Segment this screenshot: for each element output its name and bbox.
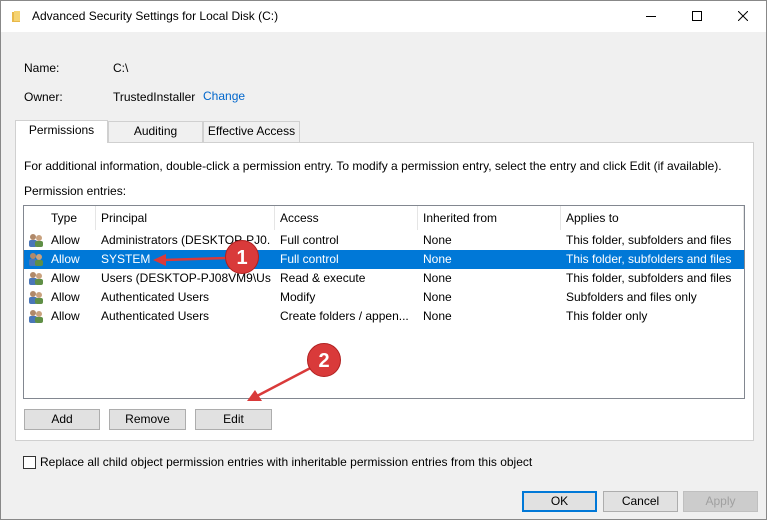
permission-entries-label: Permission entries:: [24, 184, 127, 198]
table-row[interactable]: Allow Authenticated Users Modify None Su…: [24, 288, 744, 307]
column-header-inherited-from[interactable]: Inherited from: [418, 206, 561, 230]
row-inherited-from: None: [423, 271, 452, 285]
row-inherited-from: None: [423, 309, 452, 323]
column-header-type[interactable]: Type: [46, 206, 96, 230]
replace-permissions-label: Replace all child object permission entr…: [40, 455, 533, 469]
row-inherited-from: None: [423, 233, 452, 247]
row-type: Allow: [51, 271, 80, 285]
row-principal: Authenticated Users: [101, 309, 210, 323]
annotation-badge-1: 1: [225, 240, 259, 274]
tab-effective-access[interactable]: Effective Access: [203, 121, 300, 142]
annotation-badge-2: 2: [307, 343, 341, 377]
users-icon: [29, 291, 43, 304]
maximize-icon: [692, 11, 702, 21]
users-icon: [29, 234, 43, 247]
add-button[interactable]: Add: [24, 409, 100, 430]
name-value: C:\: [113, 61, 129, 75]
folder-icon: [12, 11, 20, 22]
table-row[interactable]: Allow Users (DESKTOP-PJ08VM9\Use... Read…: [24, 269, 744, 288]
title-bar[interactable]: Advanced Security Settings for Local Dis…: [1, 1, 766, 32]
row-type: Allow: [51, 233, 80, 247]
maximize-button[interactable]: [674, 1, 720, 32]
row-type: Allow: [51, 252, 80, 266]
instruction-text: For additional information, double-click…: [24, 159, 722, 173]
row-applies-to: This folder, subfolders and files: [566, 271, 732, 285]
cancel-button[interactable]: Cancel: [603, 491, 678, 512]
column-header-access[interactable]: Access: [275, 206, 418, 230]
row-access: Full control: [280, 252, 339, 266]
users-icon: [29, 272, 43, 285]
row-inherited-from: None: [423, 252, 452, 266]
row-principal: Authenticated Users: [101, 290, 210, 304]
row-applies-to: This folder, subfolders and files: [566, 233, 732, 247]
owner-label: Owner:: [24, 90, 63, 104]
users-icon: [29, 253, 43, 266]
apply-button[interactable]: Apply: [683, 491, 758, 512]
close-icon: [738, 11, 748, 21]
table-row[interactable]: Allow Authenticated Users Create folders…: [24, 307, 744, 326]
change-owner-link[interactable]: Change: [203, 89, 245, 103]
name-label: Name:: [24, 61, 60, 75]
row-access: Read & execute: [280, 271, 366, 285]
close-button[interactable]: [720, 1, 766, 32]
row-type: Allow: [51, 290, 80, 304]
row-applies-to: Subfolders and files only: [566, 290, 697, 304]
edit-button[interactable]: Edit: [195, 409, 272, 430]
minimize-icon: [646, 16, 656, 17]
table-row-selected[interactable]: Allow SYSTEM Full control None This fold…: [24, 250, 744, 269]
table-row[interactable]: Allow Administrators (DESKTOP-PJ0... Ful…: [24, 231, 744, 250]
tab-permissions[interactable]: Permissions: [15, 120, 108, 143]
minimize-button[interactable]: [628, 1, 674, 32]
owner-value: TrustedInstaller: [113, 90, 196, 104]
window-title: Advanced Security Settings for Local Dis…: [32, 9, 279, 23]
replace-permissions-checkbox[interactable]: [23, 456, 36, 469]
row-applies-to: This folder only: [566, 309, 648, 323]
permission-entries-list[interactable]: Type Principal Access Inherited from App…: [23, 205, 745, 399]
ok-button[interactable]: OK: [522, 491, 597, 512]
row-access: Create folders / appen...: [280, 309, 409, 323]
column-header-principal[interactable]: Principal: [96, 206, 275, 230]
users-icon: [29, 310, 43, 323]
row-type: Allow: [51, 309, 80, 323]
row-applies-to: This folder, subfolders and files: [566, 252, 732, 266]
remove-button[interactable]: Remove: [109, 409, 186, 430]
row-access: Modify: [280, 290, 316, 304]
column-header-applies-to[interactable]: Applies to: [561, 206, 744, 230]
list-header: Type Principal Access Inherited from App…: [24, 206, 744, 230]
security-settings-window: Advanced Security Settings for Local Dis…: [0, 0, 767, 520]
row-inherited-from: None: [423, 290, 452, 304]
row-access: Full control: [280, 233, 339, 247]
tab-auditing[interactable]: Auditing: [108, 121, 203, 142]
